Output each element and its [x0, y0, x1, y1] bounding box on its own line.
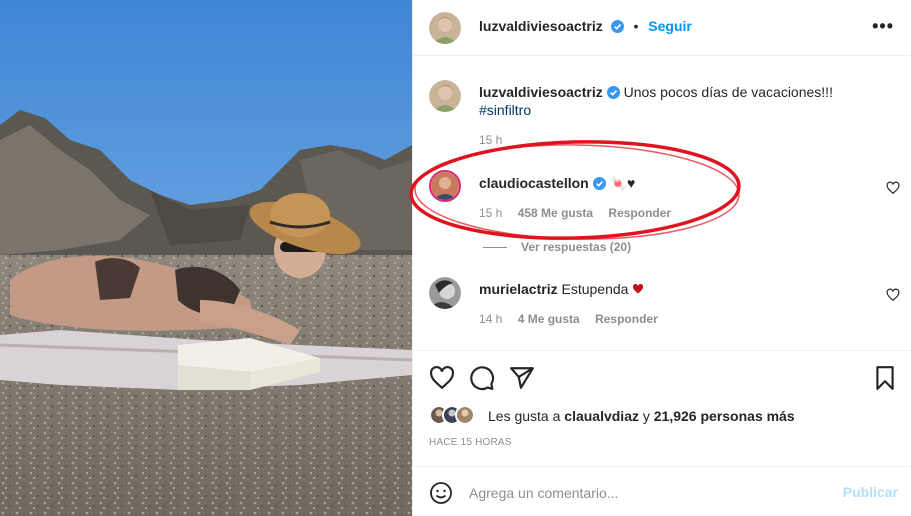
- bookmark-icon[interactable]: [872, 365, 898, 391]
- comment-text: murielactriz Estupenda: [479, 280, 879, 298]
- post-photo[interactable]: [0, 0, 412, 516]
- post-caption: luzvaldiviesoactriz Unos pocos días de v…: [413, 80, 911, 150]
- caption-body: Unos pocos días de vacaciones!!!: [623, 84, 833, 100]
- comment-time: 14 h: [479, 312, 503, 326]
- reply-button[interactable]: Responder: [608, 206, 671, 220]
- red-heart-icon: [633, 283, 644, 294]
- comment-input[interactable]: [469, 479, 829, 507]
- share-icon[interactable]: [509, 365, 535, 391]
- follow-button[interactable]: Seguir: [648, 18, 692, 34]
- comment-icon[interactable]: [469, 365, 495, 391]
- view-replies-button[interactable]: Ver respuestas (20): [483, 240, 631, 254]
- comment-meta: 15 h 458 Me gusta Responder: [479, 206, 671, 220]
- post-header: luzvaldiviesoactriz • Seguir •••: [413, 0, 911, 56]
- replies-divider: [483, 247, 507, 249]
- caption-hashtag[interactable]: #sinfiltro: [479, 102, 531, 118]
- action-bar: [413, 350, 911, 402]
- comment-body: Estupenda: [561, 281, 633, 297]
- comment-body: 🍬♥: [609, 175, 636, 191]
- comment-author[interactable]: claudiocastellon: [479, 175, 589, 191]
- likes-text: Les gusta a claualvdiaz y 21,926 persona…: [488, 408, 795, 424]
- comment-time: 15 h: [479, 206, 503, 220]
- header-separator: •: [633, 18, 639, 34]
- heart-icon[interactable]: [886, 181, 900, 195]
- comment-meta: 14 h 4 Me gusta Responder: [479, 312, 658, 326]
- comment-composer: Publicar: [413, 466, 911, 516]
- likes-count[interactable]: 21,926 personas más: [654, 408, 795, 424]
- comment-likes[interactable]: 4 Me gusta: [518, 312, 580, 326]
- comment-item: claudiocastellon 🍬♥ 15 h 458 Me gusta Re…: [413, 170, 911, 230]
- caption-time: 15 h: [479, 133, 503, 147]
- comment-likes[interactable]: 458 Me gusta: [518, 206, 593, 220]
- more-options-icon[interactable]: •••: [872, 16, 894, 37]
- heart-icon[interactable]: [886, 288, 900, 302]
- verified-badge-icon: [592, 177, 606, 190]
- liker-avatar: [455, 405, 475, 425]
- caption-text: luzvaldiviesoactriz Unos pocos días de v…: [479, 83, 879, 119]
- comment-author[interactable]: murielactriz: [479, 281, 558, 297]
- emoji-icon[interactable]: [429, 481, 453, 505]
- commenter-avatar[interactable]: [429, 277, 461, 309]
- likes-user[interactable]: claualvdiaz: [564, 408, 639, 424]
- like-heart-icon[interactable]: [429, 365, 455, 391]
- author-username[interactable]: luzvaldiviesoactriz: [479, 18, 603, 34]
- caption-avatar[interactable]: [429, 80, 461, 112]
- likes-joiner: y: [642, 408, 650, 424]
- commenter-avatar[interactable]: [429, 170, 461, 202]
- verified-badge-icon: [606, 86, 620, 99]
- post-time-ago[interactable]: HACE 15 HORAS: [429, 437, 512, 448]
- header-name-row: luzvaldiviesoactriz • Seguir: [479, 18, 692, 34]
- comment-item: murielactriz Estupenda 14 h 4 Me gusta R…: [413, 277, 911, 337]
- author-avatar[interactable]: [429, 12, 461, 44]
- view-replies-label: Ver respuestas (20): [521, 240, 632, 254]
- caption-author[interactable]: luzvaldiviesoactriz: [479, 84, 603, 100]
- post-panel: luzvaldiviesoactriz • Seguir ••• luzvald…: [412, 0, 911, 516]
- publish-button[interactable]: Publicar: [843, 484, 898, 500]
- reply-button[interactable]: Responder: [595, 312, 658, 326]
- verified-badge-icon: [610, 20, 624, 33]
- comment-text: claudiocastellon 🍬♥: [479, 174, 879, 192]
- likes-prefix: Les gusta a: [488, 408, 561, 424]
